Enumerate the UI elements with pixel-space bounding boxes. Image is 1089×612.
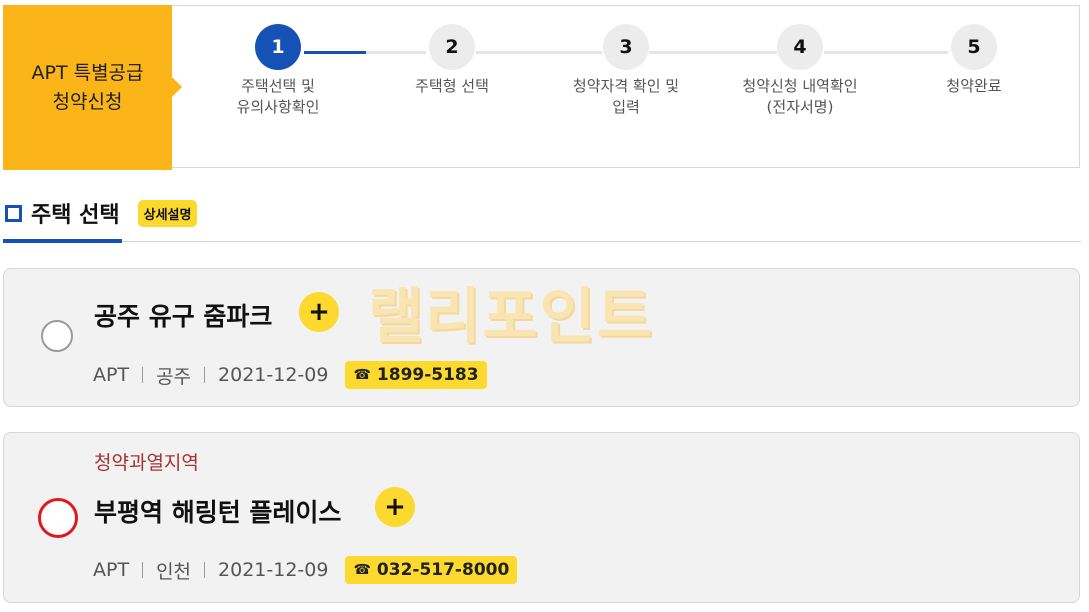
step-label: 청약자격 확인 및 입력: [572, 77, 680, 116]
house-card[interactable]: 청약과열지역 부평역 해링턴 플레이스 + APT 인천 2021-12-09 …: [3, 432, 1080, 603]
step-5: 5 청약완료: [899, 6, 1049, 97]
stepper-panel: APT 특별공급 청약신청 1 주택선택 및 유의사항확인 2 주택형 선택 3…: [3, 5, 1080, 170]
step-number: 1: [255, 24, 301, 70]
phone-badge[interactable]: ☎ 032-517-8000: [345, 556, 518, 584]
step-1: 1 주택선택 및 유의사항확인: [203, 6, 353, 118]
section-title: 주택 선택: [31, 203, 120, 228]
phone-icon: ☎: [353, 367, 371, 383]
house-type: APT: [93, 364, 130, 386]
section-divider-accent: [3, 239, 122, 243]
house-name: 공주 유구 줌파크: [94, 302, 273, 331]
overheated-region-label: 청약과열지역: [94, 452, 199, 474]
phone-icon: ☎: [353, 562, 371, 578]
meta-separator: [142, 562, 144, 578]
detail-description-button[interactable]: 상세설명: [137, 199, 198, 227]
meta-separator: [204, 562, 206, 578]
step-number: 4: [777, 24, 823, 70]
house-name: 부평역 해링턴 플레이스: [94, 498, 342, 527]
house-meta: APT 인천 2021-12-09 ☎ 032-517-8000: [93, 556, 518, 584]
phone-number: 1899-5183: [376, 365, 479, 385]
apt-special-supply-badge: APT 특별공급 청약신청: [3, 5, 182, 170]
step-3: 3 청약자격 확인 및 입력: [551, 6, 701, 118]
step-label: 주택선택 및 유의사항확인: [236, 77, 320, 116]
house-select-radio[interactable]: [38, 498, 78, 538]
step-number: 3: [603, 24, 649, 70]
meta-separator: [204, 367, 206, 383]
square-bullet-icon: [5, 204, 22, 222]
house-region: 인천: [156, 560, 192, 583]
plus-icon[interactable]: +: [299, 292, 339, 332]
house-date: 2021-12-09: [218, 559, 329, 581]
step-number: 5: [951, 24, 997, 70]
house-type: APT: [93, 559, 130, 581]
house-meta: APT 공주 2021-12-09 ☎ 1899-5183: [93, 361, 487, 389]
step-label: 청약완료: [946, 77, 1002, 95]
meta-separator: [142, 367, 144, 383]
step-label: 청약신청 내역확인 (전자서명): [742, 77, 858, 116]
phone-badge[interactable]: ☎ 1899-5183: [345, 361, 487, 389]
house-select-radio[interactable]: [41, 320, 73, 352]
plus-icon[interactable]: +: [375, 487, 415, 527]
phone-number: 032-517-8000: [376, 560, 510, 580]
badge-line2: 청약신청: [52, 90, 123, 113]
step-label: 주택형 선택: [415, 77, 489, 95]
step-2: 2 주택형 선택: [377, 6, 527, 97]
section-divider: [3, 241, 1081, 242]
step-4: 4 청약신청 내역확인 (전자서명): [725, 6, 875, 118]
house-date: 2021-12-09: [218, 364, 329, 386]
watermark-logo: 랠리포인트: [368, 282, 654, 352]
badge-line1: APT 특별공급: [31, 61, 144, 84]
house-region: 공주: [156, 365, 192, 388]
section-header: 주택 선택 상세설명: [3, 198, 198, 228]
step-number: 2: [429, 24, 475, 70]
